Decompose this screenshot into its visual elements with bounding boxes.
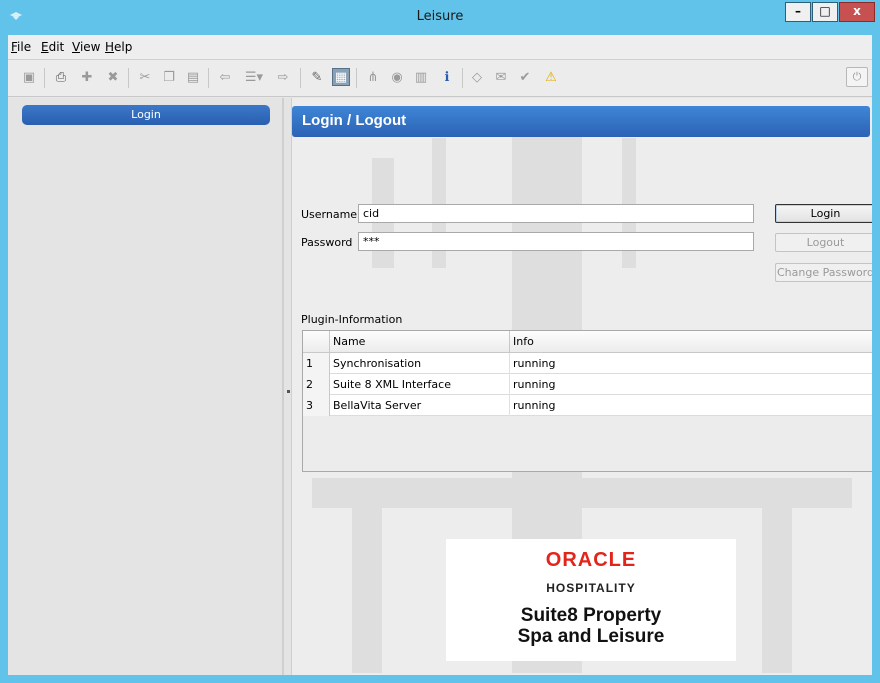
navigation-panel: Login [8, 98, 283, 675]
product-name: Suite8 Property Spa and Leisure [446, 605, 736, 647]
table-row[interactable]: 2 Suite 8 XML Interface running [303, 374, 872, 395]
close-icon: x [853, 4, 861, 18]
oracle-branding: ORACLE HOSPITALITY Suite8 Property Spa a… [446, 539, 736, 661]
watermark-shape [352, 508, 382, 673]
minimize-button[interactable]: – [785, 2, 811, 22]
plugin-info-cell: running [513, 378, 556, 391]
username-input[interactable]: cid [358, 204, 754, 223]
add-icon[interactable]: ✚ [78, 68, 96, 86]
power-icon[interactable]: ⏻ [846, 67, 868, 87]
paste-icon[interactable]: ▤ [184, 68, 202, 86]
print-icon[interactable]: ⎙ [52, 68, 70, 86]
toolbar-separator [300, 68, 301, 88]
info-icon[interactable]: ℹ [438, 68, 456, 86]
password-input[interactable]: *** [358, 232, 754, 251]
table-header: Name Info [303, 331, 872, 353]
minimize-icon: – [795, 4, 801, 18]
plugin-name-cell: BellaVita Server [330, 395, 510, 416]
plugin-name-cell: Suite 8 XML Interface [330, 374, 510, 395]
forward-icon[interactable]: ⇨ [274, 68, 292, 86]
table-row[interactable]: 3 BellaVita Server running [303, 395, 872, 416]
menu-bar: File Edit View Help [8, 35, 872, 60]
plugin-name-cell: Synchronisation [330, 353, 510, 374]
warning-icon[interactable]: ⚠ [542, 68, 560, 86]
toolbar-separator [462, 68, 463, 88]
username-label: Username [301, 208, 358, 221]
tree-icon[interactable]: ⋔ [364, 68, 382, 86]
note-icon[interactable]: ✉ [492, 68, 510, 86]
column-header-name[interactable]: Name [330, 331, 510, 353]
plugin-info-cell: running [513, 357, 556, 370]
menu-help[interactable]: Help [105, 40, 132, 54]
oracle-logo: ORACLE [545, 549, 637, 571]
menu-file[interactable]: File [11, 40, 31, 54]
row-number-header [303, 331, 330, 353]
save-icon[interactable]: ▣ [20, 68, 38, 86]
close-button[interactable]: x [839, 2, 875, 22]
login-panel: Login / Logout Username cid Password ***… [292, 98, 872, 675]
panel-splitter[interactable] [283, 98, 292, 675]
back-icon[interactable]: ⇦ [216, 68, 234, 86]
menu-edit[interactable]: Edit [41, 40, 64, 54]
row-number: 1 [303, 353, 330, 374]
section-header: Login / Logout [292, 106, 870, 137]
media-icon[interactable]: ◉ [388, 68, 406, 86]
window-title: Leisure [416, 9, 464, 24]
splitter-grip[interactable] [287, 390, 290, 393]
tag-icon[interactable]: ◇ [468, 68, 486, 86]
title-bar[interactable]: Leisure – □ x [0, 0, 880, 35]
check-icon[interactable]: ✔ [516, 68, 534, 86]
client-area: File Edit View Help ▣ ⎙ ✚ ✖ ✂ ❐ ▤ ⇦ ☰▾ ⇨… [8, 35, 872, 675]
cut-icon[interactable]: ✂ [136, 68, 154, 86]
menu-view[interactable]: View [72, 40, 100, 54]
login-button[interactable]: Login [775, 204, 872, 223]
toolbar-separator [208, 68, 209, 88]
plugin-information-label: Plugin-Information [301, 313, 403, 326]
new-document-icon[interactable]: ✎ [308, 68, 326, 86]
column-header-info[interactable]: Info [510, 331, 872, 353]
row-number: 3 [303, 395, 330, 416]
hospitality-label: HOSPITALITY [546, 581, 636, 595]
nav-login-button[interactable]: Login [22, 105, 270, 125]
app-window: Leisure – □ x File Edit View Help ▣ ⎙ ✚ … [0, 0, 880, 683]
table-row[interactable]: 1 Synchronisation running [303, 353, 872, 374]
list-icon[interactable]: ☰▾ [242, 68, 266, 86]
logout-button[interactable]: Logout [775, 233, 872, 252]
section-title: Login / Logout [302, 112, 407, 129]
plugin-info-cell: running [513, 399, 556, 412]
row-number: 2 [303, 374, 330, 395]
report-icon[interactable]: ▥ [412, 68, 430, 86]
toolbar-separator [128, 68, 129, 88]
plugin-table: Name Info 1 Synchronisation running 2 Su… [302, 330, 872, 472]
toolbar-separator [356, 68, 357, 88]
maximize-button[interactable]: □ [812, 2, 838, 22]
password-label: Password [301, 236, 353, 249]
copy-icon[interactable]: ❐ [160, 68, 178, 86]
product-name-line-2: Spa and Leisure [517, 626, 665, 647]
watermark-shape [312, 478, 852, 508]
toolbar: ▣ ⎙ ✚ ✖ ✂ ❐ ▤ ⇦ ☰▾ ⇨ ✎ ▦ ⋔ ◉ ▥ ℹ ◇ ✉ ✔ ⚠ [8, 60, 872, 97]
toolbar-separator [44, 68, 45, 88]
panel-icon[interactable]: ▦ [332, 68, 350, 86]
product-name-line-1: Suite8 Property [520, 605, 662, 626]
maximize-icon: □ [819, 4, 831, 18]
delete-icon[interactable]: ✖ [104, 68, 122, 86]
change-password-button[interactable]: Change Password [775, 263, 872, 282]
watermark-shape [762, 508, 792, 673]
